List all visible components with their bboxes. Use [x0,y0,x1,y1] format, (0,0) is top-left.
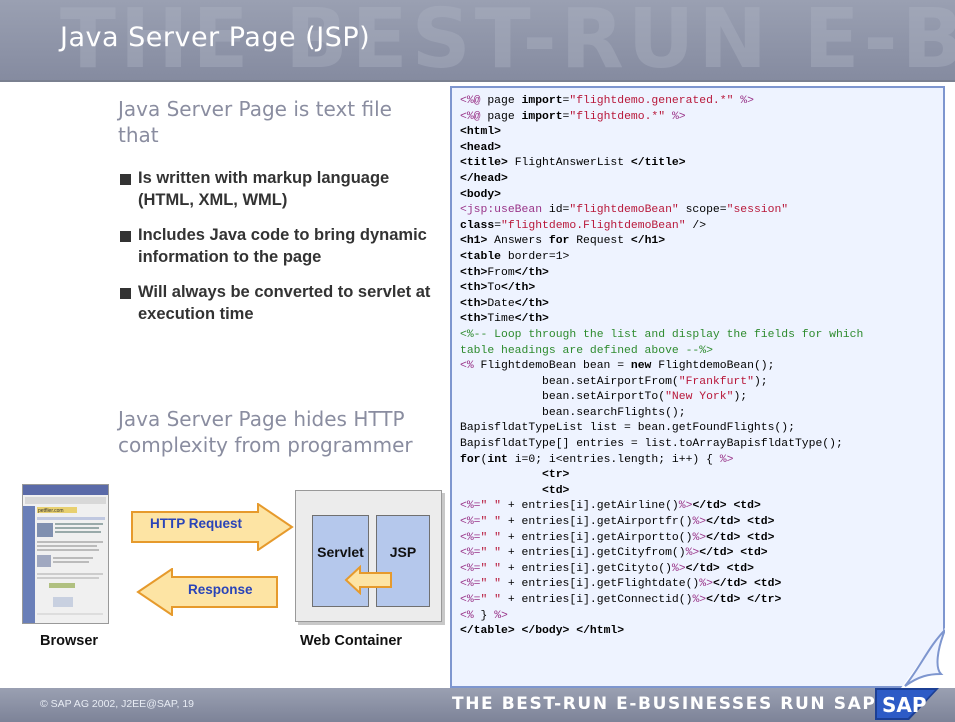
jsp-code-listing: <%@ page import="flightdemo.generated.*"… [460,95,864,638]
bullet-text: Will always be converted to servlet at e… [138,283,431,323]
bullet-item: Will always be converted to servlet at e… [120,282,440,325]
browser-window-icon: petflier.com [23,485,108,623]
bullet-square-icon [120,231,131,242]
slide-header: THE BEST-RUN E-BUSINESSES Java Server Pa… [0,0,955,80]
heading-hides-http: Java Server Page hides HTTP complexity f… [118,407,413,457]
bullet-list: Is written with markup language (HTML, X… [120,168,440,339]
bullet-item: Is written with markup language (HTML, X… [120,168,440,211]
conversion-arrow-icon [344,565,392,595]
svg-text:petflier.com: petflier.com [38,508,64,514]
bullet-square-icon [120,288,131,299]
bullet-square-icon [120,174,131,185]
header-divider [0,80,955,82]
sap-logo-icon: SAP [875,688,939,720]
slide-title: Java Server Page (JSP) [60,22,371,53]
browser-caption: Browser [40,633,99,649]
heading-text-file: Java Server Page is text file that [118,97,392,147]
copyright-text: © SAP AG 2002, J2EE@SAP, 19 [40,698,195,710]
slide-footer: © SAP AG 2002, J2EE@SAP, 19 THE BEST-RUN… [0,688,955,722]
code-panel: <%@ page import="flightdemo.generated.*"… [450,86,945,688]
bullet-item: Includes Java code to bring dynamic info… [120,225,440,268]
servlet-label: Servlet [317,544,364,560]
jsp-label: JSP [389,544,417,560]
page-curl-icon [901,628,945,688]
browser-screenshot: petflier.com [22,484,109,624]
bullet-text: Includes Java code to bring dynamic info… [138,226,427,266]
web-container-caption: Web Container [300,633,403,649]
sap-tagline: THE BEST-RUN E-BUSINESSES RUN SAP [452,694,877,714]
response-label: Response [188,582,253,597]
svg-text:SAP: SAP [882,693,927,717]
bullet-text: Is written with markup language (HTML, X… [138,169,390,209]
http-request-label: HTTP Request [150,516,243,531]
